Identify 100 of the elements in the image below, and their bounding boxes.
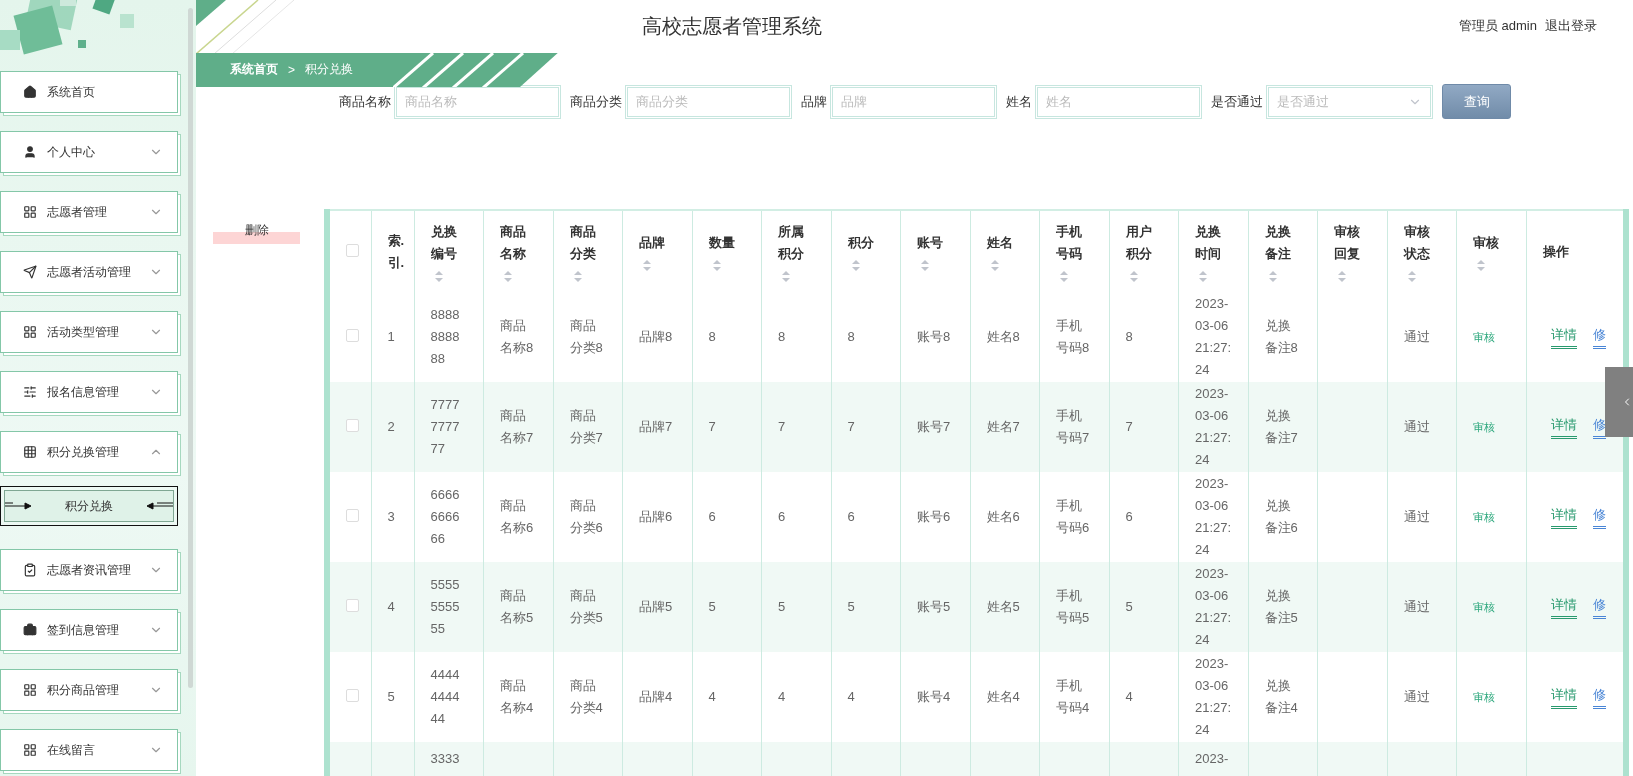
table-cell-text: 兑换备注4: [1264, 677, 1299, 717]
details-link[interactable]: 详情: [1550, 325, 1577, 349]
page-title: 高校志愿者管理系统: [642, 13, 823, 39]
input-field[interactable]: 商品名称: [394, 84, 561, 119]
audit-link[interactable]: 审核: [1473, 691, 1495, 703]
briefcase-icon: [23, 623, 37, 637]
table-cell-text: 4: [708, 688, 717, 706]
table-cell-text: 8: [778, 328, 787, 346]
sort-icon[interactable]: [1199, 271, 1207, 282]
checkbox[interactable]: [346, 419, 359, 432]
table-cell-text: 2023-03-06 21:27:24: [1195, 655, 1233, 739]
table-cell-text: 姓名6: [986, 508, 1021, 526]
checkbox[interactable]: [346, 509, 359, 522]
checkbox[interactable]: [346, 689, 359, 702]
search-button[interactable]: 查询: [1442, 84, 1511, 119]
sort-icon[interactable]: [573, 271, 582, 282]
table-cell-text: 商品名称4: [500, 677, 534, 717]
table-cell-text: 品牌5: [639, 598, 673, 616]
table-cell-text: 账号4: [917, 688, 951, 706]
field-label: 商品名称: [339, 92, 391, 111]
sort-icon[interactable]: [1060, 271, 1068, 282]
field-label: 品牌: [801, 92, 827, 111]
audit-link[interactable]: 审核: [1473, 421, 1495, 433]
table-cell-text: 姓名5: [986, 598, 1021, 616]
sort-icon[interactable]: [1338, 271, 1346, 282]
column-header: 操作: [1542, 242, 1570, 261]
collapse-handle[interactable]: [1605, 367, 1633, 437]
table-cell-text: 账号8: [917, 328, 951, 346]
table-cell-text: 8: [847, 328, 856, 346]
sort-icon[interactable]: [1268, 271, 1277, 282]
column-header: 审核状态: [1403, 223, 1431, 263]
table-cell-text: 8: [708, 328, 717, 346]
details-link[interactable]: 详情: [1550, 415, 1577, 439]
grid-icon: [23, 683, 37, 697]
column-header: 姓名: [986, 234, 1014, 252]
menu-item[interactable]: 积分商品管理: [0, 669, 178, 711]
field-label: 姓名: [1006, 92, 1032, 111]
sort-icon[interactable]: [1407, 271, 1416, 282]
sort-icon[interactable]: [990, 260, 999, 271]
input-field[interactable]: 商品分类: [625, 84, 792, 119]
column-header: 审核: [1473, 234, 1500, 252]
table-cell-text: 3333: [430, 750, 461, 768]
audit-link[interactable]: 审核: [1473, 601, 1495, 613]
table-cell-text: 商品分类4: [569, 677, 604, 717]
scrollbar[interactable]: [188, 8, 193, 688]
clipboard-check-icon: [23, 563, 37, 577]
sort-icon[interactable]: [782, 271, 790, 282]
details-link[interactable]: 详情: [1550, 595, 1577, 619]
audit-link[interactable]: 审核: [1473, 511, 1495, 523]
table-cell-text: 5: [1125, 598, 1134, 616]
column-header: 兑换编号: [430, 223, 458, 263]
input-field[interactable]: 品牌: [830, 84, 997, 119]
menu-item[interactable]: 系统首页: [0, 71, 178, 113]
table-cell-text: 商品名称8: [500, 317, 534, 357]
arrow-icon: [147, 501, 173, 511]
edit-link[interactable]: 修: [1592, 505, 1606, 529]
edit-link[interactable]: 修: [1592, 325, 1606, 349]
menu-item[interactable]: 志愿者资讯管理: [0, 549, 178, 591]
sort-icon[interactable]: [504, 271, 512, 282]
submenu-item[interactable]: 积分兑换: [0, 486, 178, 526]
sort-icon[interactable]: [851, 260, 860, 271]
input-field[interactable]: 姓名: [1035, 84, 1202, 119]
sort-icon[interactable]: [643, 260, 651, 271]
table-cell-text: 2023-03-06 21:27:24: [1195, 565, 1233, 649]
menu-item[interactable]: 报名信息管理: [0, 371, 178, 413]
table-cell-text: 品牌7: [639, 418, 673, 436]
menu-item[interactable]: 志愿者管理: [0, 191, 178, 233]
edit-link[interactable]: 修: [1592, 595, 1606, 619]
table-cell-text: 手机号码6: [1056, 497, 1090, 537]
table-cell-text: 2023-03-06 21:27:24: [1195, 385, 1233, 469]
table-cell-text: 品牌4: [639, 688, 673, 706]
checkbox[interactable]: [346, 329, 359, 342]
sort-icon[interactable]: [712, 260, 721, 271]
table-cell-text: 5: [387, 688, 395, 706]
field-label: 是否通过: [1211, 92, 1263, 111]
details-link[interactable]: 详情: [1550, 685, 1577, 709]
user-name: 管理员 admin: [1458, 17, 1537, 36]
checkbox[interactable]: [346, 243, 359, 257]
menu-item[interactable]: 活动类型管理: [0, 311, 178, 353]
menu-item[interactable]: 签到信息管理: [0, 609, 178, 651]
audit-link[interactable]: 审核: [1473, 331, 1495, 343]
sort-icon[interactable]: [1129, 271, 1138, 282]
logout-link[interactable]: 退出登录: [1545, 17, 1597, 36]
sort-icon[interactable]: [434, 271, 443, 282]
breadcrumb-link[interactable]: 系统首页: [230, 61, 278, 79]
menu-item[interactable]: 个人中心: [0, 131, 178, 173]
edit-link[interactable]: 修: [1592, 685, 1606, 709]
sort-icon[interactable]: [921, 260, 929, 271]
menu-item[interactable]: 在线留言: [0, 729, 178, 771]
table-cell-text: 4444444444: [430, 666, 461, 728]
details-link[interactable]: 详情: [1550, 505, 1577, 529]
sort-icon[interactable]: [1477, 260, 1485, 271]
table-cell-text: 5: [847, 598, 856, 616]
table-cell-text: 兑换备注8: [1264, 317, 1299, 357]
menu-item[interactable]: 积分兑换管理: [0, 431, 178, 473]
checkbox[interactable]: [346, 599, 359, 612]
table-cell-text: 1: [387, 328, 395, 346]
table-cell-text: 4: [847, 688, 856, 706]
menu-item[interactable]: 志愿者活动管理: [0, 251, 178, 293]
table-cell-text: 通过: [1403, 508, 1431, 526]
